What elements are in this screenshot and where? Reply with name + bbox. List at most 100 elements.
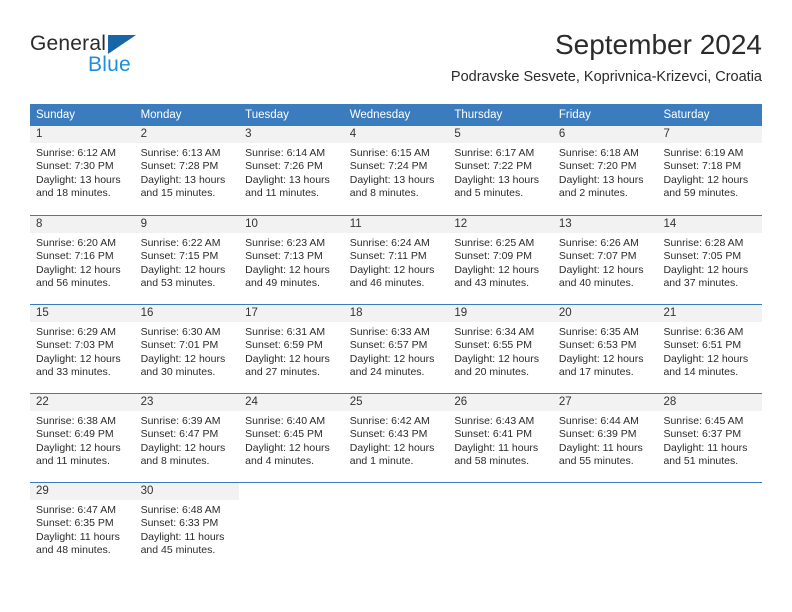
day-cell[interactable]: 21 Sunrise: 6:36 AM Sunset: 6:51 PM Dayligh…: [657, 305, 763, 393]
day-number: 13: [552, 216, 658, 233]
day-details: Sunrise: 6:31 AM Sunset: 6:59 PM Daylight:…: [239, 322, 344, 380]
weekday-header-row: Sunday Monday Tuesday Wednesday Thursday Frid…: [30, 104, 762, 126]
daylight-text-line1: Daylight: 12 hours: [558, 352, 644, 365]
day-cell[interactable]: 18 Sunrise: 6:33 AM Sunset: 6:57 PM Dayligh…: [343, 305, 449, 393]
day-cell[interactable]: 2 Sunrise: 6:13 AM Sunset: 7:28 PM Daylight…: [134, 126, 240, 215]
daylight-text-line1: Daylight: 12 hours: [663, 173, 749, 186]
day-cell[interactable]: 13 Sunrise: 6:26 AM Sunset: 7:07 PM Dayligh…: [552, 216, 658, 304]
day-cell[interactable]: 15 Sunrise: 6:29 AM Sunset: 7:03 PM Dayligh…: [30, 305, 135, 393]
sunrise-text: Sunrise: 6:17 AM: [454, 147, 535, 159]
daylight-text-line2: and 43 minutes.: [454, 277, 530, 290]
day-number: 29: [30, 483, 135, 500]
sunrise-text: Sunrise: 6:31 AM: [245, 326, 326, 338]
day-cell[interactable]: 24 Sunrise: 6:40 AM Sunset: 6:45 PM Dayligh…: [239, 394, 344, 482]
daylight-text-line1: Daylight: 12 hours: [349, 352, 435, 365]
sunset-text: Sunset: 6:47 PM: [140, 428, 219, 441]
daylight-text-line2: and 45 minutes.: [140, 544, 216, 557]
day-number: [657, 483, 763, 500]
day-cell[interactable]: 30 Sunrise: 6:48 AM Sunset: 6:33 PM Dayligh…: [134, 483, 240, 571]
day-cell[interactable]: 11 Sunrise: 6:24 AM Sunset: 7:11 PM Dayligh…: [343, 216, 449, 304]
day-cell-empty: [448, 483, 553, 571]
daylight-text-line2: and 33 minutes.: [36, 366, 111, 379]
daylight-text-line1: Daylight: 13 hours: [454, 173, 539, 186]
daylight-text-line2: and 48 minutes.: [36, 544, 111, 557]
sunset-text: Sunset: 6:33 PM: [140, 517, 219, 530]
general-blue-logo[interactable]: General Blue: [30, 32, 260, 88]
day-details: Sunrise: 6:20 AM Sunset: 7:16 PM Daylight:…: [30, 233, 135, 291]
daylight-text-line1: Daylight: 12 hours: [454, 263, 539, 276]
day-number: 1: [30, 126, 135, 143]
sunrise-text: Sunrise: 6:47 AM: [36, 504, 116, 516]
sunrise-text: Sunrise: 6:43 AM: [454, 415, 535, 427]
daylight-text-line1: Daylight: 12 hours: [140, 263, 226, 276]
day-cell[interactable]: 9 Sunrise: 6:22 AM Sunset: 7:15 PM Daylight…: [134, 216, 240, 304]
day-cell[interactable]: 12 Sunrise: 6:25 AM Sunset: 7:09 PM Dayligh…: [448, 216, 553, 304]
sunrise-text: Sunrise: 6:29 AM: [36, 326, 116, 338]
daylight-text-line2: and 56 minutes.: [36, 277, 111, 290]
day-cell[interactable]: 28 Sunrise: 6:45 AM Sunset: 6:37 PM Dayligh…: [657, 394, 763, 482]
daylight-text-line2: and 18 minutes.: [36, 187, 111, 200]
sunrise-text: Sunrise: 6:13 AM: [140, 147, 221, 159]
weekday-header-thursday: Thursday: [454, 109, 503, 121]
day-cell[interactable]: 7 Sunrise: 6:19 AM Sunset: 7:18 PM Daylight…: [657, 126, 763, 215]
day-cell[interactable]: 14 Sunrise: 6:28 AM Sunset: 7:05 PM Dayligh…: [657, 216, 763, 304]
daylight-text-line2: and 27 minutes.: [245, 366, 320, 379]
day-details: Sunrise: 6:24 AM Sunset: 7:11 PM Daylight:…: [344, 233, 449, 291]
daylight-text-line1: Daylight: 13 hours: [558, 173, 644, 186]
daylight-text-line1: Daylight: 12 hours: [140, 352, 226, 365]
sunrise-text: Sunrise: 6:22 AM: [140, 237, 221, 249]
day-cell[interactable]: 4 Sunrise: 6:15 AM Sunset: 7:24 PM Daylight…: [343, 126, 449, 215]
day-details: Sunrise: 6:19 AM Sunset: 7:18 PM Daylight:…: [657, 143, 762, 201]
location-subtitle: Podravske Sesvete, Koprivnica-Krizevci, …: [450, 69, 762, 85]
day-number: 28: [657, 394, 763, 411]
day-number: 21: [657, 305, 763, 322]
day-number: 15: [30, 305, 135, 322]
day-cell[interactable]: 22 Sunrise: 6:38 AM Sunset: 6:49 PM Dayligh…: [30, 394, 135, 482]
day-cell[interactable]: 6 Sunrise: 6:18 AM Sunset: 7:20 PM Daylight…: [552, 126, 658, 215]
day-cell[interactable]: 25 Sunrise: 6:42 AM Sunset: 6:43 PM Dayligh…: [343, 394, 449, 482]
sunrise-text: Sunrise: 6:28 AM: [663, 237, 744, 249]
daylight-text-line2: and 55 minutes.: [558, 455, 634, 468]
weekday-header-friday: Friday: [558, 109, 591, 121]
day-cell[interactable]: 8 Sunrise: 6:20 AM Sunset: 7:16 PM Daylight…: [30, 216, 135, 304]
sunrise-text: Sunrise: 6:42 AM: [349, 415, 430, 427]
sunset-text: Sunset: 6:41 PM: [454, 428, 532, 441]
weekday-header-monday: Monday: [140, 109, 182, 121]
daylight-text-line2: and 30 minutes.: [140, 366, 216, 379]
sunrise-text: Sunrise: 6:38 AM: [36, 415, 116, 427]
sunset-text: Sunset: 7:22 PM: [454, 160, 532, 173]
day-number: 9: [134, 216, 240, 233]
week-row: 8 Sunrise: 6:20 AM Sunset: 7:16 PM Daylight…: [30, 215, 763, 304]
sunrise-text: Sunrise: 6:40 AM: [245, 415, 326, 427]
day-number: 2: [134, 126, 240, 143]
week-row: 22 Sunrise: 6:38 AM Sunset: 6:49 PM Dayligh…: [30, 393, 763, 482]
daylight-text-line1: Daylight: 13 hours: [245, 173, 330, 186]
day-number: 4: [343, 126, 449, 143]
day-cell[interactable]: 27 Sunrise: 6:44 AM Sunset: 6:39 PM Dayligh…: [552, 394, 658, 482]
sunset-text: Sunset: 6:55 PM: [454, 339, 532, 352]
day-cell[interactable]: 10 Sunrise: 6:23 AM Sunset: 7:13 PM Dayligh…: [239, 216, 344, 304]
sunrise-text: Sunrise: 6:30 AM: [140, 326, 221, 338]
day-cell[interactable]: 16 Sunrise: 6:30 AM Sunset: 7:01 PM Dayligh…: [134, 305, 240, 393]
weekday-header-saturday: Saturday: [663, 109, 710, 121]
day-details: Sunrise: 6:35 AM Sunset: 6:53 PM Daylight:…: [553, 322, 658, 380]
day-details: Sunrise: 6:43 AM Sunset: 6:41 PM Daylight:…: [448, 411, 553, 469]
daylight-text-line1: Daylight: 12 hours: [245, 263, 330, 276]
day-number: 7: [657, 126, 763, 143]
day-details: Sunrise: 6:47 AM Sunset: 6:35 PM Daylight:…: [30, 500, 135, 558]
sunset-text: Sunset: 6:45 PM: [245, 428, 323, 441]
day-cell[interactable]: 23 Sunrise: 6:39 AM Sunset: 6:47 PM Dayligh…: [134, 394, 240, 482]
day-cell[interactable]: 5 Sunrise: 6:17 AM Sunset: 7:22 PM Daylight…: [448, 126, 553, 215]
week-row: 15 Sunrise: 6:29 AM Sunset: 7:03 PM Dayligh…: [30, 304, 763, 393]
day-number: [552, 483, 658, 500]
calendar-grid: Sunday Monday Tuesday Wednesday Thursday Frid…: [30, 104, 763, 571]
day-cell[interactable]: 1 Sunrise: 6:12 AM Sunset: 7:30 PM Daylight…: [30, 126, 135, 215]
day-cell[interactable]: 20 Sunrise: 6:35 AM Sunset: 6:53 PM Dayligh…: [552, 305, 658, 393]
sunrise-text: Sunrise: 6:19 AM: [663, 147, 744, 159]
day-cell[interactable]: 17 Sunrise: 6:31 AM Sunset: 6:59 PM Dayligh…: [239, 305, 344, 393]
day-cell[interactable]: 19 Sunrise: 6:34 AM Sunset: 6:55 PM Dayligh…: [448, 305, 553, 393]
day-cell[interactable]: 3 Sunrise: 6:14 AM Sunset: 7:26 PM Daylight…: [239, 126, 344, 215]
day-cell[interactable]: 26 Sunrise: 6:43 AM Sunset: 6:41 PM Dayligh…: [448, 394, 553, 482]
sunrise-text: Sunrise: 6:12 AM: [36, 147, 116, 159]
day-cell[interactable]: 29 Sunrise: 6:47 AM Sunset: 6:35 PM Dayligh…: [30, 483, 135, 571]
